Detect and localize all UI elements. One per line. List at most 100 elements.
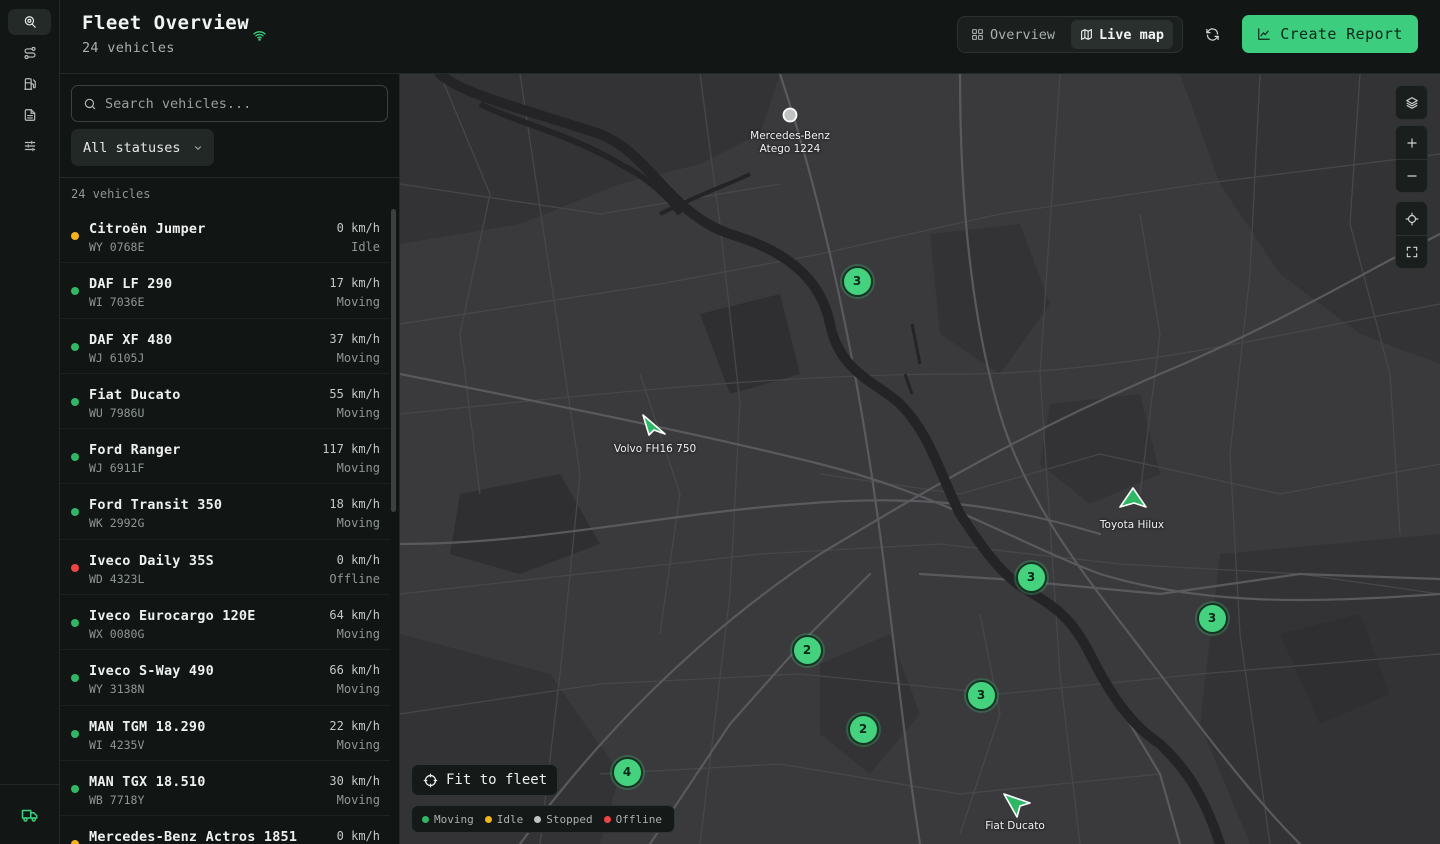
vehicle-cluster[interactable]: 3 <box>1196 602 1228 634</box>
map-pin-icon[interactable] <box>8 9 51 35</box>
status-dot <box>71 397 79 406</box>
vehicle-name: Ford Ranger <box>89 442 181 459</box>
refresh-icon[interactable] <box>1201 23 1223 45</box>
vehicle-cluster[interactable]: 3 <box>965 679 997 711</box>
search-icon <box>84 98 96 109</box>
vehicle-name: Iveco Daily 35S <box>89 552 214 569</box>
vehicle-speed: 22 km/h <box>329 718 380 733</box>
legend-label: Idle <box>496 812 524 826</box>
vehicle-speed: 18 km/h <box>329 497 380 512</box>
sliders-icon[interactable] <box>8 133 51 159</box>
vehicle-status: Moving <box>336 516 380 531</box>
vehicle-status: Moving <box>336 461 380 476</box>
vehicle-marker-stopped[interactable] <box>782 107 798 127</box>
layers-control <box>1395 85 1428 120</box>
create-report-button[interactable]: Create Report <box>1242 15 1418 53</box>
vehicle-count: 24 vehicles <box>82 40 175 56</box>
page-title: Fleet Overview <box>82 12 250 34</box>
vehicle-speed: 0 km/h <box>336 552 380 567</box>
status-dot <box>71 619 79 628</box>
fullscreen-icon[interactable] <box>1396 235 1427 268</box>
list-count: 24 vehicles <box>60 177 399 208</box>
vehicle-name: Mercedes-Benz Actros 1851 <box>89 829 298 844</box>
legend-offline: Offline <box>603 812 662 826</box>
vehicle-speed: 37 km/h <box>329 331 380 346</box>
route-icon[interactable] <box>8 40 51 66</box>
grid-icon <box>972 29 983 40</box>
vehicle-speed: 64 km/h <box>329 608 380 623</box>
status-filter-value: All statuses <box>83 139 181 156</box>
chevron-down-icon <box>194 145 201 150</box>
vehicle-marker-label: Fiat Ducato <box>985 820 1045 832</box>
vehicle-marker-label: Toyota Hilux <box>1099 519 1165 531</box>
status-dot <box>71 840 79 844</box>
vehicle-row[interactable]: Mercedes-Benz Actros 1851 0 km/h <box>60 816 390 844</box>
fuel-icon[interactable] <box>8 71 51 97</box>
vehicle-plate: WD 4323L <box>89 571 145 586</box>
vehicle-cluster[interactable]: 3 <box>841 265 873 297</box>
vehicle-marker-label: Mercedes-Benz Atego 1224 <box>750 130 830 155</box>
map-base <box>400 74 1440 844</box>
status-dot <box>71 784 79 793</box>
status-dot <box>71 674 79 683</box>
vehicle-row[interactable]: Citroën Jumper WY 0768E 0 km/h Idle <box>60 208 390 264</box>
vehicle-status: Moving <box>336 350 380 365</box>
vehicle-cluster[interactable]: 3 <box>1015 561 1047 593</box>
status-dot <box>71 287 79 296</box>
vehicle-row[interactable]: DAF XF 480 WJ 6105J 37 km/h Moving <box>60 319 390 374</box>
vehicle-list: Citroën Jumper WY 0768E 0 km/h Idle DAF … <box>60 208 390 844</box>
status-dot <box>71 508 79 517</box>
vehicle-plate: WB 7718Y <box>89 792 145 807</box>
document-icon[interactable] <box>8 102 51 128</box>
search-input[interactable] <box>105 95 375 112</box>
vehicle-status: Moving <box>336 737 380 752</box>
legend-label: Offline <box>615 812 662 826</box>
vehicle-marker-moving[interactable] <box>640 410 668 442</box>
view-control <box>1395 201 1428 269</box>
vehicle-status: Moving <box>336 295 380 310</box>
vehicle-row[interactable]: Ford Transit 350 WK 2992G 18 km/h Moving <box>60 484 390 540</box>
vehicle-name: DAF LF 290 <box>89 276 173 293</box>
list-scrollbar[interactable] <box>391 209 396 512</box>
vehicle-cluster[interactable]: 2 <box>791 634 823 666</box>
vehicle-marker-moving[interactable] <box>1002 791 1032 823</box>
layers-icon[interactable] <box>1396 86 1427 119</box>
live-map[interactable]: Mercedes-Benz Atego 1224 Volvo FH16 750 T… <box>400 74 1440 844</box>
status-dot <box>71 342 79 351</box>
tab-overview[interactable]: Overview <box>962 20 1064 49</box>
map-icon <box>1081 29 1092 40</box>
zoom-in-icon[interactable] <box>1396 126 1427 159</box>
vehicle-status: Moving <box>336 627 380 642</box>
vehicle-speed: 117 km/h <box>322 442 380 457</box>
fit-to-fleet-button[interactable]: Fit to fleet <box>411 764 558 796</box>
locate-icon[interactable] <box>1396 202 1427 235</box>
tab-live-map[interactable]: Live map <box>1071 20 1174 49</box>
vehicle-name: MAN TGX 18.510 <box>89 773 206 790</box>
vehicle-status: Moving <box>336 405 380 420</box>
zoom-out-icon[interactable] <box>1396 159 1427 192</box>
vehicle-row[interactable]: DAF LF 290 WI 7036E 17 km/h Moving <box>60 263 390 319</box>
status-filter-select[interactable]: All statuses <box>71 129 214 166</box>
vehicle-name: Ford Transit 350 <box>89 497 223 514</box>
vehicle-name: Citroën Jumper <box>89 221 206 237</box>
vehicle-plate: WJ 6105J <box>89 350 145 365</box>
vehicle-row[interactable]: Ford Ranger WJ 6911F 117 km/h Moving <box>60 429 390 485</box>
vehicle-row[interactable]: Iveco Daily 35S WD 4323L 0 km/h Offline <box>60 540 390 596</box>
vehicle-row[interactable]: Fiat Ducato WU 7986U 55 km/h Moving <box>60 374 390 430</box>
zoom-control <box>1395 125 1428 193</box>
vehicle-row[interactable]: MAN TGM 18.290 WI 4235V 22 km/h Moving <box>60 706 390 761</box>
status-legend: Moving Idle Stopped Offline <box>411 805 675 833</box>
vehicle-cluster[interactable]: 4 <box>611 756 643 788</box>
vehicle-speed: 0 km/h <box>336 829 380 844</box>
truck-icon[interactable] <box>0 784 60 844</box>
vehicle-cluster[interactable]: 2 <box>847 713 879 745</box>
vehicle-row[interactable]: MAN TGX 18.510 WB 7718Y 30 km/h Moving <box>60 761 390 817</box>
vehicle-status: Offline <box>329 571 380 586</box>
vehicle-plate: WJ 6911F <box>89 461 145 476</box>
vehicle-row[interactable]: Iveco Eurocargo 120E WX 0080G 64 km/h Mo… <box>60 595 390 651</box>
status-dot <box>71 453 79 462</box>
vehicle-plate: WK 2992G <box>89 516 145 531</box>
top-header: Fleet Overview 24 vehicles Overview Live… <box>60 0 1440 74</box>
vehicle-row[interactable]: Iveco S-Way 490 WY 3138N 66 km/h Moving <box>60 650 390 706</box>
vehicle-marker-moving[interactable] <box>1118 486 1148 514</box>
